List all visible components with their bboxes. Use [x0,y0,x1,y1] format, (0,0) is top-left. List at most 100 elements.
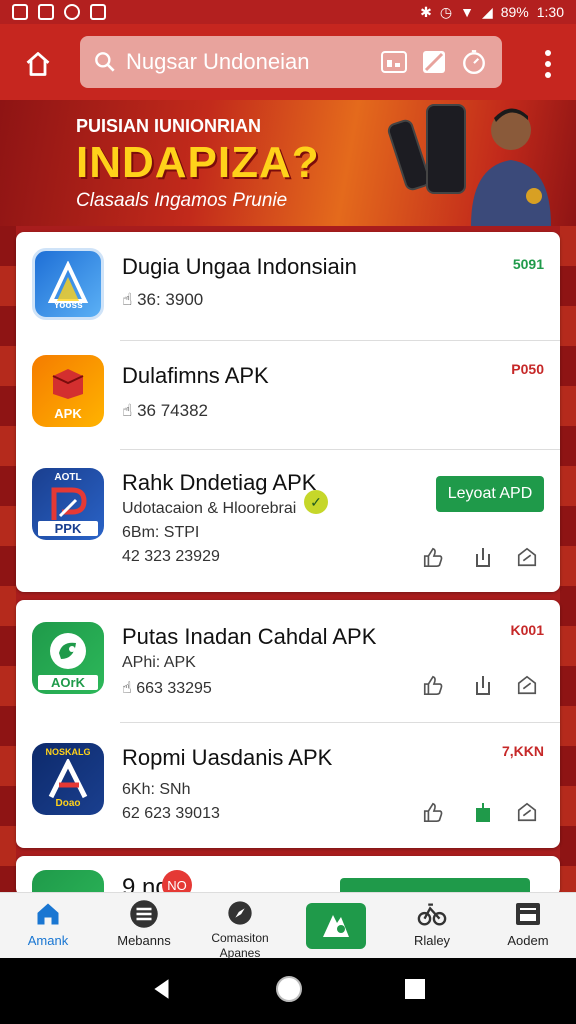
circle-home-icon [275,975,302,1002]
app-name: Putas Inadan Cahdal APK [122,624,377,649]
share-button[interactable] [514,544,540,570]
app-list-item[interactable]: AOrK Putas Inadan Cahdal APK APhi: APK ☝… [16,600,560,722]
download-icon [476,803,490,822]
app-name: Rahk Dndetiag APK [122,470,317,495]
app-icon-label: APK [54,406,82,421]
app-list-item[interactable]: Yooss Dugia Ungaa Indonsiain ☝︎ 36: 3900… [16,232,560,340]
download-button[interactable] [470,672,496,698]
nav-item-inbox[interactable]: Aodem [480,893,576,958]
back-icon [154,978,169,999]
download-button[interactable] [470,544,496,570]
notification-icon [38,4,54,20]
timer-icon[interactable] [458,46,490,78]
nav-label: Rlaley [413,933,451,948]
nav-item-home[interactable]: Amank [0,893,96,958]
thumbs-up-icon: ☝︎ [122,680,137,697]
share-icon [517,675,537,695]
home-nav-button[interactable] [274,974,304,1009]
wifi-icon: ▼ [460,4,474,20]
alarm-icon: ◷ [439,3,453,20]
app-icon-label: Doao [55,798,81,809]
nav-item-compass[interactable]: Comasiton Apanes [192,893,288,960]
search-input[interactable]: Nugsar Undoneian [126,49,370,75]
home-button[interactable] [16,42,60,86]
nav-label: Mebanns [117,933,171,948]
overflow-menu-button[interactable] [534,46,562,82]
battery-level: 89% [500,4,529,20]
like-button[interactable] [420,799,446,825]
inbox-icon [513,899,543,929]
share-button[interactable] [514,799,540,825]
app-name: Dugia Ungaa Indonsiain [122,254,357,279]
bluetooth-icon: ✱ [420,3,432,20]
phone-graphic [426,104,466,194]
download-icon [476,548,490,567]
share-icon [517,802,537,822]
person-graphic [471,108,551,226]
promo-banner[interactable]: PUISIAN IUNIONRIAN INDAPIZA? Clasaals In… [0,100,576,226]
download-icon [476,676,490,695]
nav-item-store[interactable] [288,893,384,958]
app-list-card: Yooss Dugia Ungaa Indonsiain ☝︎ 36: 3900… [16,232,560,592]
app-icon-label: PPK [38,521,98,536]
nav-label: Comasiton Apanes [211,931,269,960]
bottom-navigation: Amank Mebanns Comasiton Apanes Rlaley Ao… [0,892,576,960]
app-icon-top-label: AOTL [54,472,82,483]
nav-label: Amank [27,933,69,948]
search-bar[interactable]: Nugsar Undoneian [80,36,502,88]
home-icon [26,52,50,76]
banner-subtitle: PUISIAN IUNIONRIAN [76,116,262,136]
leaf-logo-icon [50,633,86,669]
app-list-item[interactable]: APK Dulafimns APK ☝︎ 36 74382 P050 [16,341,560,449]
app-size: P050 [511,361,544,377]
thumbs-up-icon [423,675,443,695]
compass-icon [225,899,255,927]
app-rating: ☝︎ 663 33295 [122,678,212,698]
banner-illustration [385,100,556,226]
banner-title: INDAPIZA? [76,138,320,187]
like-button[interactable] [420,544,446,570]
download-button[interactable] [470,799,496,825]
app-meta: 6Kh: SNh [122,781,191,798]
app-subtitle: Udotacaion & Hloorebrai [122,500,297,517]
app-list-card: AOrK Putas Inadan Cahdal APK APhi: APK ☝… [16,600,560,848]
share-button[interactable] [514,672,540,698]
recents-icon [404,978,425,999]
top-app-bar: Nugsar Undoneian [0,24,576,100]
dot [545,61,551,67]
recents-button[interactable] [403,977,427,1006]
app-icon: Yooss [32,248,104,320]
search-icon [95,52,115,72]
app-meta: 36: 3900 [137,290,204,309]
nav-item-list[interactable]: Mebanns [96,893,192,958]
back-button[interactable] [149,976,175,1007]
app-rating: ☝︎ 36: 3900 [122,290,203,310]
app-size: 5091 [512,256,544,272]
app-list-item[interactable]: 9 ndar NO [16,856,560,896]
banner-tagline: Clasaals Ingamos Prunie [76,190,288,211]
p-logo-icon [51,487,87,520]
edit-icon[interactable] [418,46,450,78]
home-icon [33,899,63,929]
like-button[interactable] [420,672,446,698]
clock: 1:30 [536,4,564,20]
app-meta-secondary: 62 623 39013 [122,805,220,822]
nav-item-bike[interactable]: Rlaley [384,893,480,958]
bike-icon [417,899,447,929]
list-icon [129,899,159,929]
thumbs-up-icon: ☝︎ [122,290,138,309]
app-list-item[interactable]: NOSKALG Doao Ropmi Uasdanis APK 6Kh: SNh… [16,723,560,848]
dot [545,72,551,78]
app-icon: AOrK [32,622,104,694]
app-icon: AOTL PPK [32,468,104,540]
app-name: Ropmi Uasdanis APK [122,745,333,770]
app-list-item[interactable]: AOTL PPK Rahk Dndetiag APK Udotacaion & … [16,450,560,592]
app-rating: ☝︎ 36 74382 [122,401,208,421]
get-app-button[interactable]: Leyoat APD [436,476,544,512]
play-store-icon [306,902,366,949]
app-meta: 36 74382 [137,401,208,420]
app-name: Dulafimns APK [122,363,269,388]
image-search-icon[interactable] [378,46,410,78]
notification-icons [12,4,106,20]
notification-icon [12,4,28,20]
